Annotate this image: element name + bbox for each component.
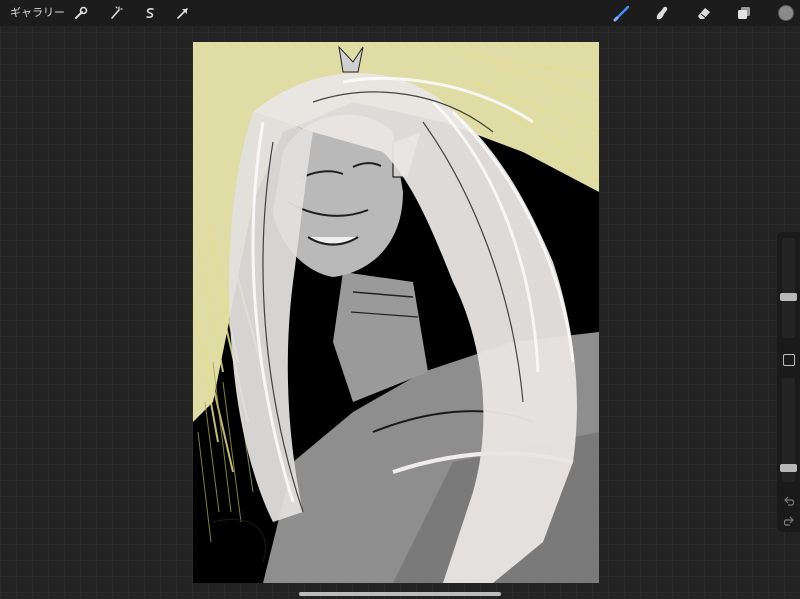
opacity-thumb[interactable] bbox=[780, 464, 797, 472]
top-toolbar: ギャラリー bbox=[0, 0, 800, 26]
smudge-finger-icon[interactable] bbox=[652, 3, 672, 23]
artwork-illustration bbox=[193, 42, 599, 583]
drawing-canvas[interactable] bbox=[193, 42, 599, 583]
wrench-icon[interactable] bbox=[71, 3, 91, 23]
layers-icon[interactable] bbox=[734, 3, 754, 23]
undo-icon[interactable] bbox=[783, 492, 795, 506]
magic-wand-icon[interactable] bbox=[106, 3, 126, 23]
arrow-cursor-icon[interactable] bbox=[173, 3, 193, 23]
square-modify-icon[interactable] bbox=[783, 354, 795, 366]
gallery-button[interactable]: ギャラリー bbox=[10, 5, 65, 21]
side-panel bbox=[777, 232, 800, 532]
brush-size-thumb[interactable] bbox=[780, 293, 797, 301]
color-swatch-icon[interactable] bbox=[776, 3, 796, 23]
brush-icon[interactable] bbox=[612, 3, 632, 23]
redo-icon[interactable] bbox=[783, 512, 795, 526]
selection-s-icon[interactable] bbox=[140, 3, 160, 23]
eraser-icon[interactable] bbox=[694, 3, 714, 23]
opacity-slider[interactable] bbox=[780, 378, 797, 482]
home-indicator bbox=[299, 592, 501, 596]
brush-size-slider[interactable] bbox=[780, 238, 797, 338]
